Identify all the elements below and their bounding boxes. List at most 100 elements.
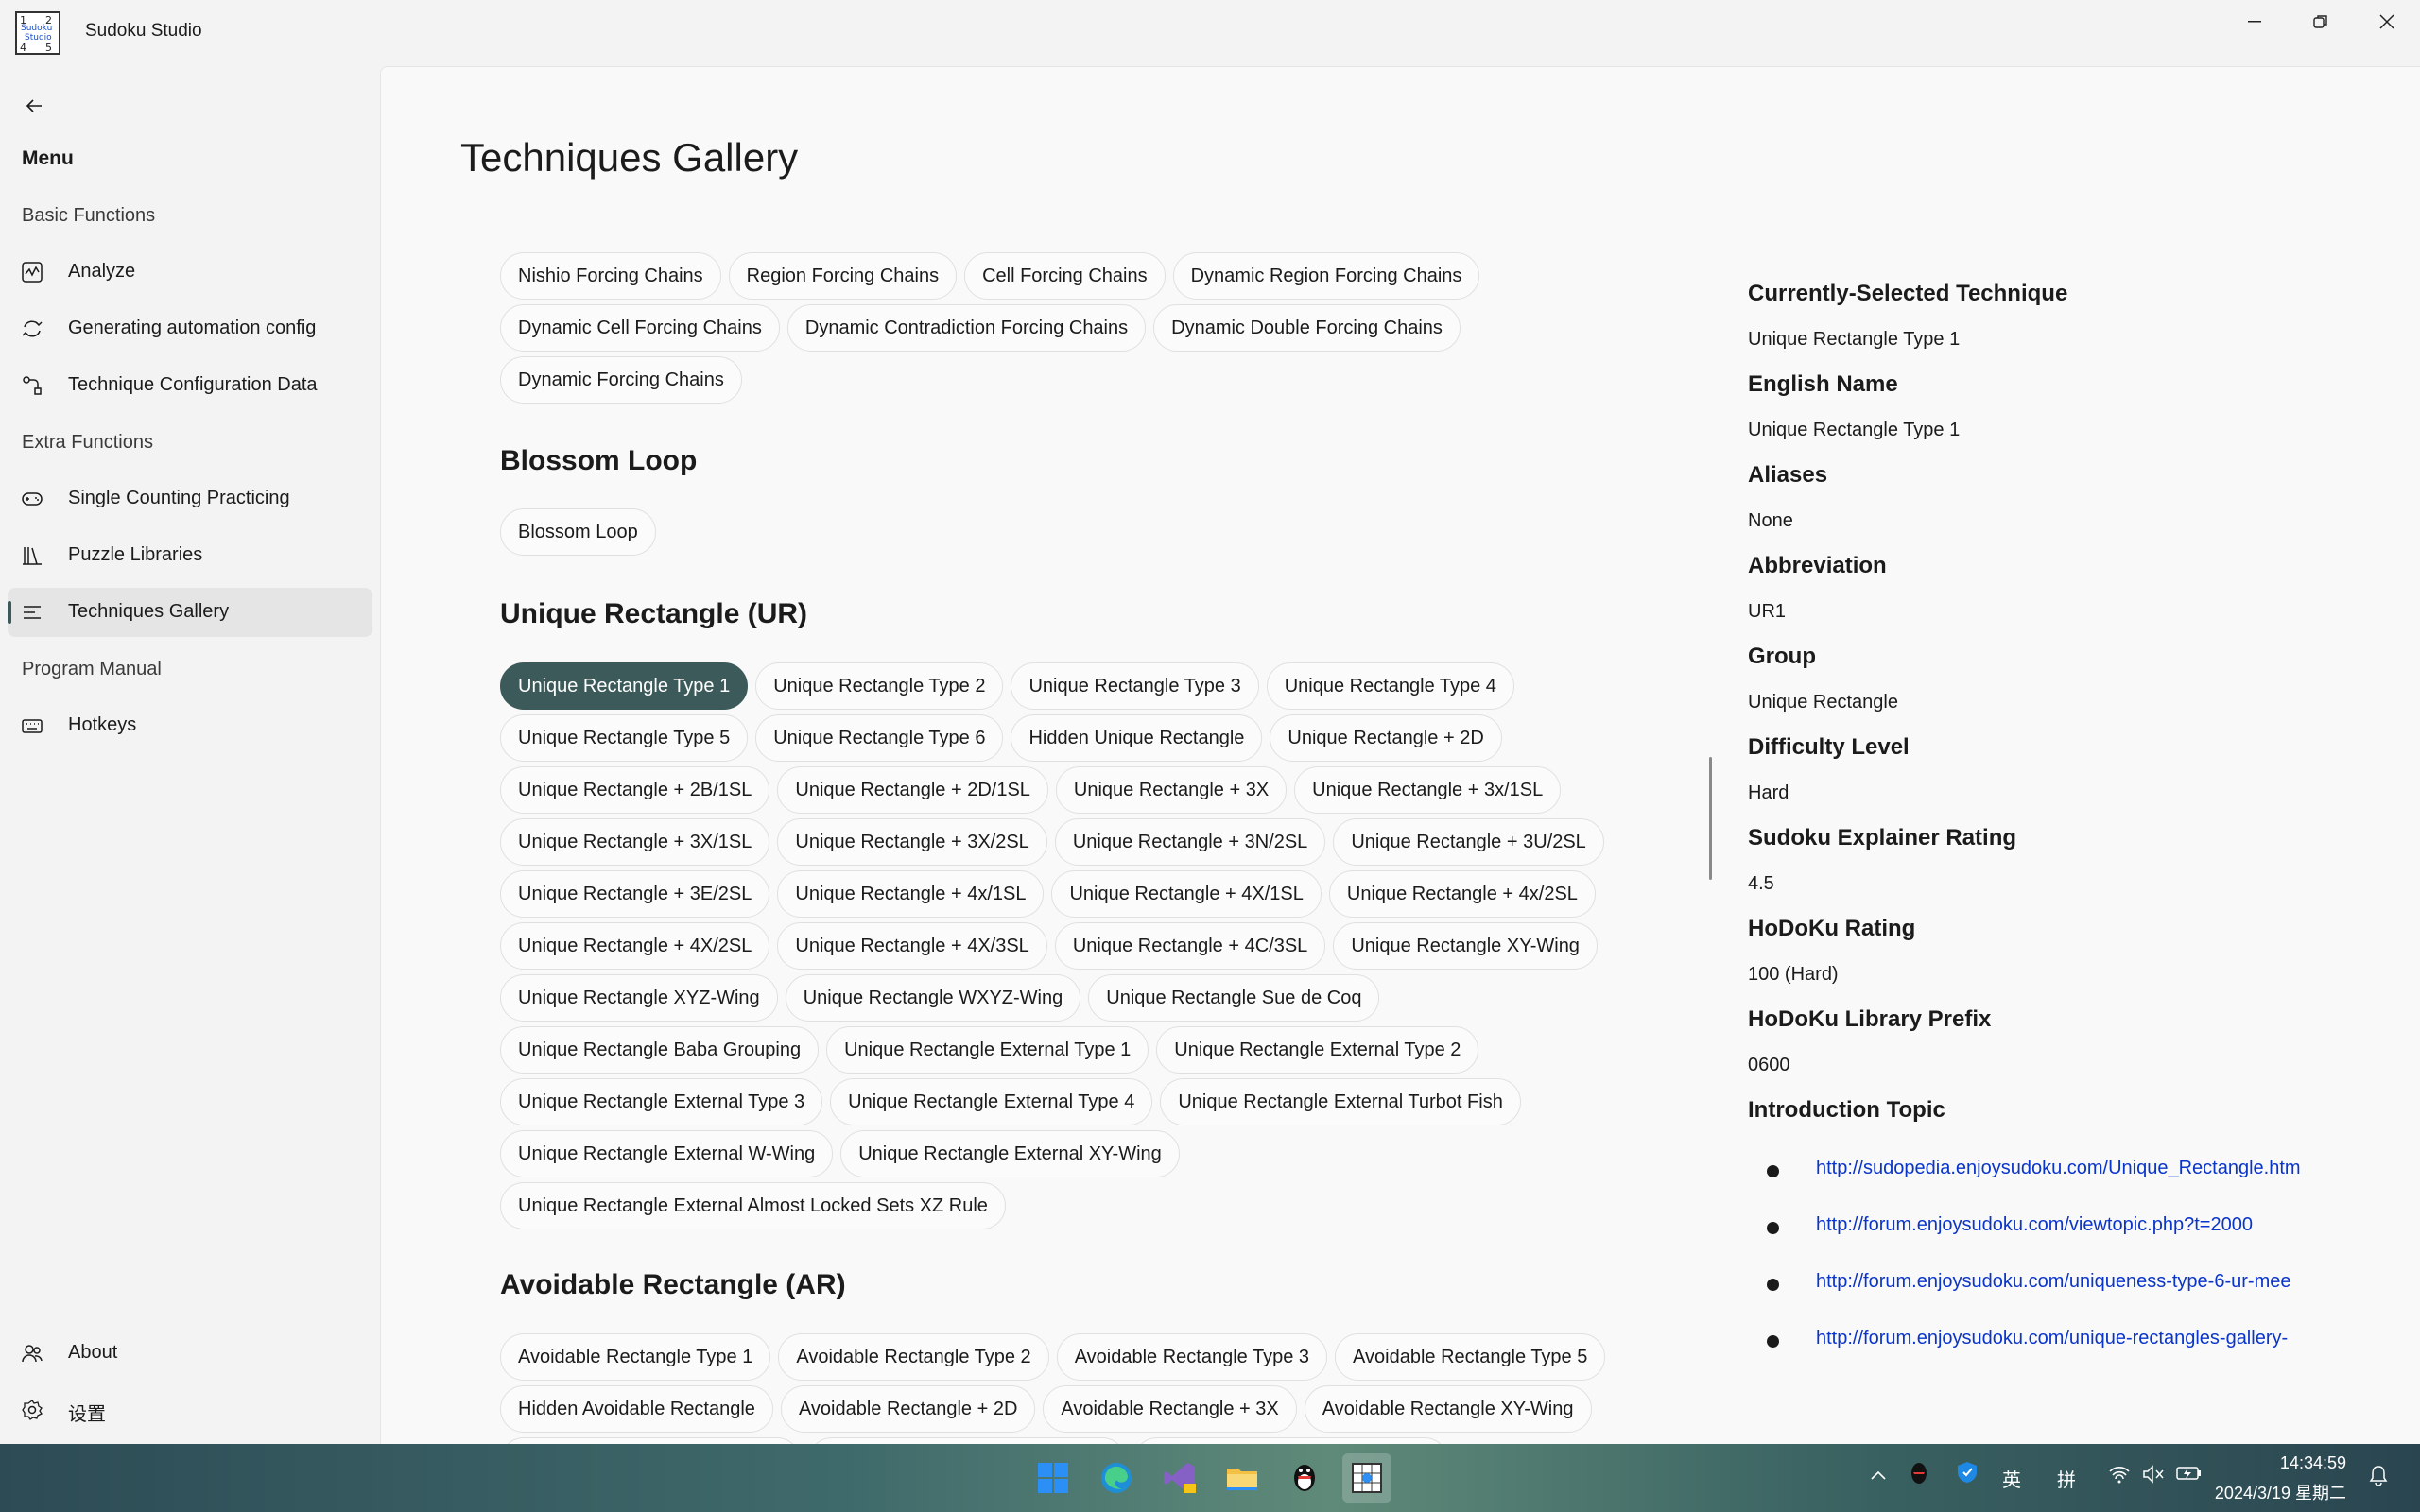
technique-chip-unique-rectangle-4x-1sl[interactable]: Unique Rectangle + 4x/1SL (777, 870, 1045, 918)
ime-language-indicator[interactable]: 英 (2002, 1465, 2021, 1492)
technique-chip-dynamic-contradiction-forcing-chains[interactable]: Dynamic Contradiction Forcing Chains (786, 304, 1147, 352)
technique-chip-avoidable-rectangle-3x[interactable]: Avoidable Rectangle + 3X (1043, 1385, 1297, 1433)
technique-chip-avoidable-rectangle-xy-wing[interactable]: Avoidable Rectangle XY-Wing (1304, 1385, 1592, 1433)
taskbar-visual-studio[interactable] (1155, 1453, 1204, 1503)
technique-chip-unique-rectangle-external-turbot-fish[interactable]: Unique Rectangle External Turbot Fish (1160, 1078, 1521, 1125)
intro-link[interactable]: http://forum.enjoysudoku.com/viewtopic.p… (1816, 1214, 2325, 1236)
close-button[interactable] (2365, 9, 2409, 34)
technique-chip-unique-rectangle-3x-2sl[interactable]: Unique Rectangle + 3X/2SL (777, 818, 1047, 866)
technique-chip-unique-rectangle-4x-3sl[interactable]: Unique Rectangle + 4X/3SL (777, 922, 1047, 970)
taskbar-clock-date[interactable]: 2024/3/19 星期二 (2215, 1480, 2346, 1504)
technique-chip-hidden-unique-rectangle[interactable]: Hidden Unique Rectangle (1011, 714, 1263, 762)
back-button[interactable] (19, 91, 49, 121)
technique-chip-unique-rectangle-type-2[interactable]: Unique Rectangle Type 2 (755, 662, 1004, 710)
detail-label-abbreviation: Abbreviation (1748, 553, 1887, 578)
technique-chip-unique-rectangle-2b-1sl[interactable]: Unique Rectangle + 2B/1SL (500, 766, 770, 814)
technique-chip-unique-rectangle-3n-2sl[interactable]: Unique Rectangle + 3N/2SL (1054, 818, 1326, 866)
technique-chip-nishio-forcing-chains[interactable]: Nishio Forcing Chains (500, 252, 721, 300)
technique-chip-unique-rectangle-type-3[interactable]: Unique Rectangle Type 3 (1011, 662, 1259, 710)
technique-chip-unique-rectangle-xy-wing[interactable]: Unique Rectangle XY-Wing (1333, 922, 1598, 970)
taskbar-start-button[interactable] (1028, 1453, 1078, 1503)
nav-item-about[interactable]: About (8, 1329, 372, 1378)
technique-chip-unique-rectangle-4c-3sl[interactable]: Unique Rectangle + 4C/3SL (1054, 922, 1326, 970)
technique-chip-hidden-avoidable-rectangle[interactable]: Hidden Avoidable Rectangle (500, 1385, 773, 1433)
technique-chip-unique-rectangle-xyz-wing[interactable]: Unique Rectangle XYZ-Wing (500, 974, 778, 1022)
minimize-button[interactable] (2233, 9, 2276, 34)
ime-mode-indicator[interactable]: 拼 (2057, 1465, 2076, 1492)
technique-chip-unique-rectangle-external-type-3[interactable]: Unique Rectangle External Type 3 (500, 1078, 823, 1125)
technique-chip-avoidable-rectangle-type-3[interactable]: Avoidable Rectangle Type 3 (1056, 1333, 1328, 1381)
detail-label-aliases: Aliases (1748, 462, 1828, 488)
nav-item-hotkeys[interactable]: Hotkeys (8, 701, 372, 750)
intro-link-item: http://forum.enjoysudoku.com/viewtopic.p… (1748, 1212, 2325, 1241)
app-title: Sudoku Studio (85, 21, 202, 41)
notification-bell-icon[interactable] (2369, 1465, 2388, 1491)
technique-chip-cell-forcing-chains[interactable]: Cell Forcing Chains (964, 252, 1166, 300)
technique-chip-dynamic-cell-forcing-chains[interactable]: Dynamic Cell Forcing Chains (500, 304, 780, 352)
technique-chip-unique-rectangle-4x-1sl[interactable]: Unique Rectangle + 4X/1SL (1051, 870, 1322, 918)
technique-chip-avoidable-rectangle-type-2[interactable]: Avoidable Rectangle Type 2 (778, 1333, 1049, 1381)
technique-chip-unique-rectangle-3x-1sl[interactable]: Unique Rectangle + 3X/1SL (500, 818, 770, 866)
taskbar-clock-time[interactable]: 14:34:59 (2280, 1453, 2346, 1473)
technique-chip-unique-rectangle-4x-2sl[interactable]: Unique Rectangle + 4X/2SL (500, 922, 770, 970)
taskbar-file-explorer[interactable] (1218, 1453, 1267, 1503)
tray-qq-icon[interactable] (1910, 1461, 1928, 1491)
technique-chip-unique-rectangle-type-1[interactable]: Unique Rectangle Type 1 (500, 662, 749, 710)
technique-chip-avoidable-rectangle-type-5[interactable]: Avoidable Rectangle Type 5 (1335, 1333, 1606, 1381)
technique-chip-unique-rectangle-external-almost-locked-sets-xz-rule[interactable]: Unique Rectangle External Almost Locked … (500, 1182, 1006, 1229)
technique-chip-unique-rectangle-baba-grouping[interactable]: Unique Rectangle Baba Grouping (500, 1026, 820, 1074)
wifi-icon[interactable] (2108, 1465, 2131, 1489)
taskbar-qq[interactable] (1280, 1453, 1329, 1503)
technique-chip-unique-rectangle-3x[interactable]: Unique Rectangle + 3X (1055, 766, 1288, 814)
technique-chip-blossom-loop[interactable]: Blossom Loop (500, 508, 656, 556)
technique-chip-unique-rectangle-3u-2sl[interactable]: Unique Rectangle + 3U/2SL (1333, 818, 1604, 866)
chip-row: Avoidable Rectangle Type 1 Avoidable Rect… (500, 1333, 1606, 1381)
sudoku-studio-icon (1352, 1463, 1382, 1493)
technique-chip-avoidable-rectangle-2d[interactable]: Avoidable Rectangle + 2D (780, 1385, 1036, 1433)
chip-row: Unique Rectangle XYZ-Wing Unique Rectangl… (500, 974, 1380, 1022)
technique-chip-unique-rectangle-2d[interactable]: Unique Rectangle + 2D (1270, 714, 1502, 762)
technique-chip-dynamic-region-forcing-chains[interactable]: Dynamic Region Forcing Chains (1172, 252, 1480, 300)
vertical-scrollbar[interactable] (1709, 757, 1712, 880)
technique-chip-unique-rectangle-external-type-4[interactable]: Unique Rectangle External Type 4 (830, 1078, 1153, 1125)
nav-item-single-counting[interactable]: Single Counting Practicing (8, 474, 372, 524)
detail-label-english-name: English Name (1748, 371, 1898, 397)
technique-chip-unique-rectangle-external-w-wing[interactable]: Unique Rectangle External W-Wing (500, 1130, 834, 1177)
nav-item-puzzle-libraries[interactable]: Puzzle Libraries (8, 531, 372, 580)
technique-chip-unique-rectangle-type-5[interactable]: Unique Rectangle Type 5 (500, 714, 749, 762)
technique-chip-unique-rectangle-4x-2sl[interactable]: Unique Rectangle + 4x/2SL (1328, 870, 1596, 918)
technique-chip-unique-rectangle-type-4[interactable]: Unique Rectangle Type 4 (1266, 662, 1514, 710)
intro-link[interactable]: http://sudopedia.enjoysudoku.com/Unique_… (1816, 1158, 2325, 1179)
technique-chip-unique-rectangle-3e-2sl[interactable]: Unique Rectangle + 3E/2SL (500, 870, 770, 918)
volume-muted-icon[interactable] (2142, 1465, 2165, 1489)
taskbar-sudoku-studio[interactable] (1342, 1453, 1392, 1503)
technique-chip-unique-rectangle-3x-1sl[interactable]: Unique Rectangle + 3x/1SL (1294, 766, 1562, 814)
tray-defender-icon[interactable] (1957, 1461, 1978, 1489)
technique-chip-unique-rectangle-type-6[interactable]: Unique Rectangle Type 6 (755, 714, 1004, 762)
chip-row: Unique Rectangle + 2B/1SL Unique Rectangl… (500, 766, 1562, 814)
technique-chip-dynamic-forcing-chains[interactable]: Dynamic Forcing Chains (500, 356, 742, 404)
battery-icon[interactable] (2176, 1465, 2203, 1487)
technique-chip-dynamic-double-forcing-chains[interactable]: Dynamic Double Forcing Chains (1153, 304, 1461, 352)
nav-item-analyze[interactable]: Analyze (8, 248, 372, 297)
nav-item-technique-config[interactable]: Technique Configuration Data (8, 361, 372, 410)
nav-item-label: About (68, 1342, 118, 1363)
tray-overflow-icon[interactable] (1870, 1465, 1887, 1486)
technique-chip-avoidable-rectangle-type-1[interactable]: Avoidable Rectangle Type 1 (500, 1333, 771, 1381)
nav-item-techniques-gallery[interactable]: Techniques Gallery (8, 588, 372, 637)
taskbar-edge[interactable] (1092, 1453, 1141, 1503)
technique-chip-unique-rectangle-external-type-1[interactable]: Unique Rectangle External Type 1 (826, 1026, 1150, 1074)
nav-item-settings[interactable]: 设置 (8, 1385, 372, 1435)
technique-chip-unique-rectangle-external-xy-wing[interactable]: Unique Rectangle External XY-Wing (840, 1130, 1180, 1177)
nav-item-automation-config[interactable]: Generating automation config (8, 304, 372, 353)
intro-link[interactable]: http://forum.enjoysudoku.com/unique-rect… (1816, 1328, 2325, 1349)
qq-penguin-icon (1294, 1465, 1315, 1491)
technique-chip-unique-rectangle-sue-de-coq[interactable]: Unique Rectangle Sue de Coq (1088, 974, 1380, 1022)
technique-chip-unique-rectangle-wxyz-wing[interactable]: Unique Rectangle WXYZ-Wing (785, 974, 1081, 1022)
technique-chip-region-forcing-chains[interactable]: Region Forcing Chains (728, 252, 958, 300)
restore-button[interactable] (2299, 9, 2342, 34)
technique-chip-unique-rectangle-external-type-2[interactable]: Unique Rectangle External Type 2 (1156, 1026, 1479, 1074)
technique-chip-unique-rectangle-2d-1sl[interactable]: Unique Rectangle + 2D/1SL (777, 766, 1048, 814)
intro-link[interactable]: http://forum.enjoysudoku.com/uniqueness-… (1816, 1271, 2325, 1293)
edge-browser-icon (1101, 1463, 1132, 1493)
